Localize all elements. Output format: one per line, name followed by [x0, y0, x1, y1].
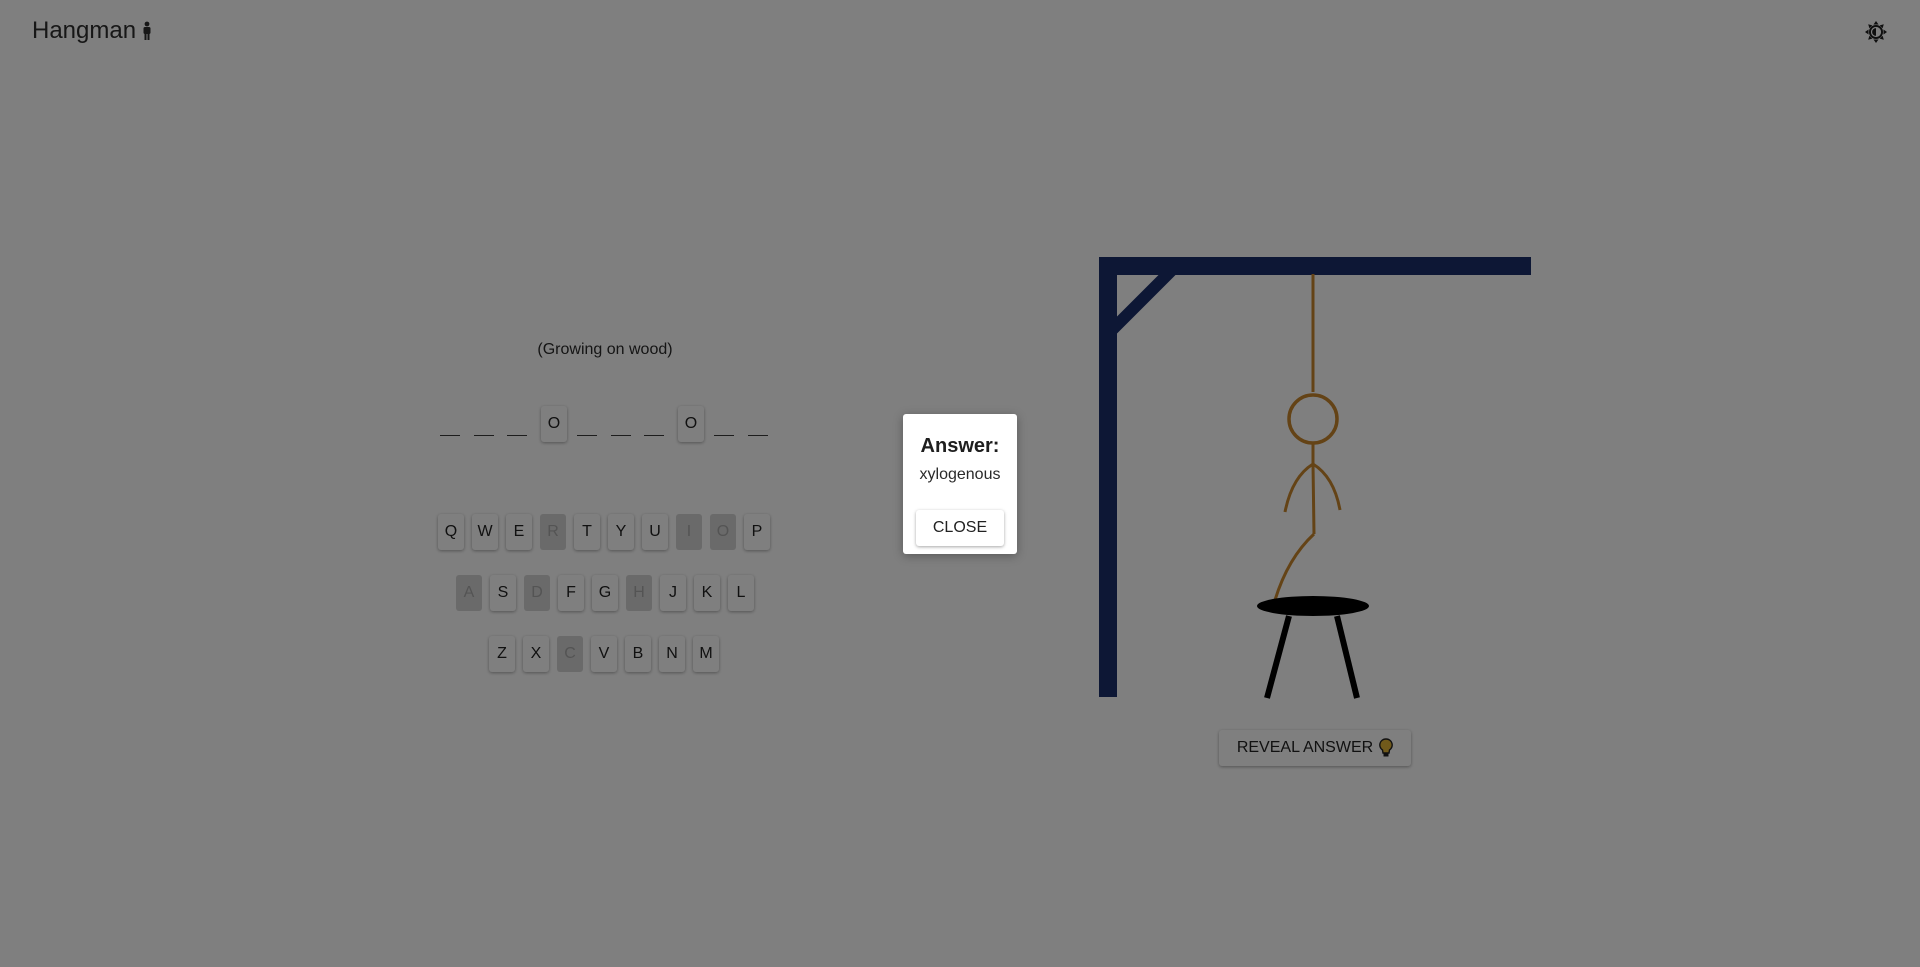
answer-text: xylogenous — [919, 466, 1001, 483]
dialog-title: Answer: — [920, 435, 1000, 457]
answer-dialog: Answer: xylogenous CLOSE — [903, 414, 1017, 554]
close-button[interactable]: CLOSE — [916, 510, 1004, 546]
